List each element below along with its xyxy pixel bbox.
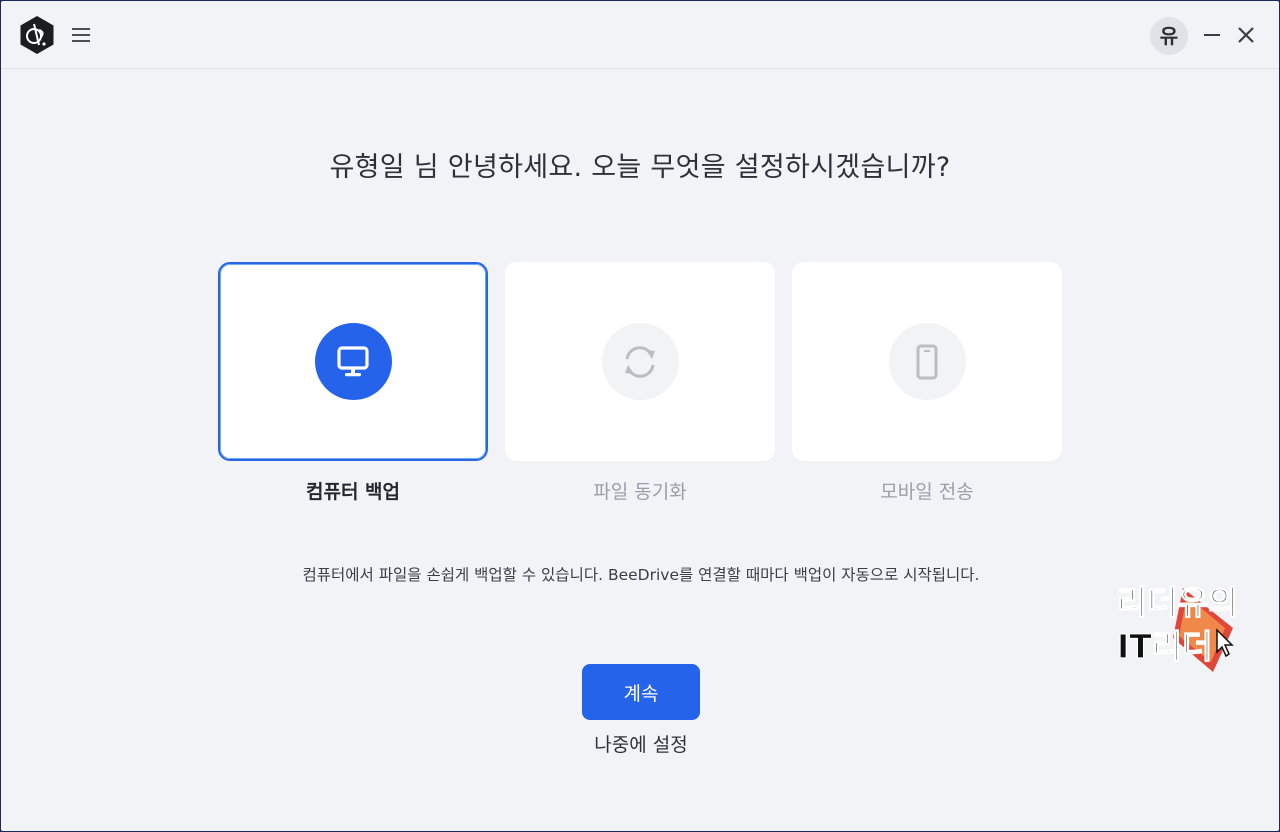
option-card-computer-backup[interactable] [218,262,488,461]
option-label-computer-backup: 컴퓨터 백업 [305,481,400,503]
svg-text:리더유의: 리더유의 [1117,583,1238,622]
beedrive-logo-icon[interactable] [17,15,57,55]
monitor-icon [337,345,369,376]
svg-text:IT리더: IT리더 [1117,627,1213,666]
title-bar: 유 [1,1,1279,69]
close-icon[interactable] [1235,24,1257,46]
option-description: 컴퓨터에서 파일을 손쉽게 백업할 수 있습니다. BeeDrive를 연결할 … [302,566,980,584]
page-title: 유형일 님 안녕하세요. 오늘 무엇을 설정하시겠습니까? [329,152,951,183]
channel-watermark-logo: 리더유의 IT리더 [1116,582,1239,672]
option-icon-circle [888,323,966,400]
user-avatar[interactable]: 유 [1150,17,1188,55]
hamburger-menu-icon[interactable] [69,23,93,47]
option-card-file-sync[interactable] [505,262,775,461]
option-icon-circle [601,323,679,400]
app-window: 유 유형일 님 안녕하세요. 오늘 무엇을 설정하시겠습니까? 컴퓨터 백업 파… [1,1,1279,831]
option-label-file-sync: 파일 동기화 [593,481,687,503]
set-up-later-link[interactable]: 나중에 설정 [541,730,741,757]
option-card-mobile-transfer[interactable] [792,262,1062,461]
sync-icon [625,345,655,378]
option-label-mobile-transfer: 모바일 전송 [880,481,974,503]
minimize-icon[interactable] [1201,24,1223,46]
smartphone-icon [916,344,938,379]
option-icon-circle [314,323,392,400]
continue-button[interactable]: 계속 [582,664,700,720]
